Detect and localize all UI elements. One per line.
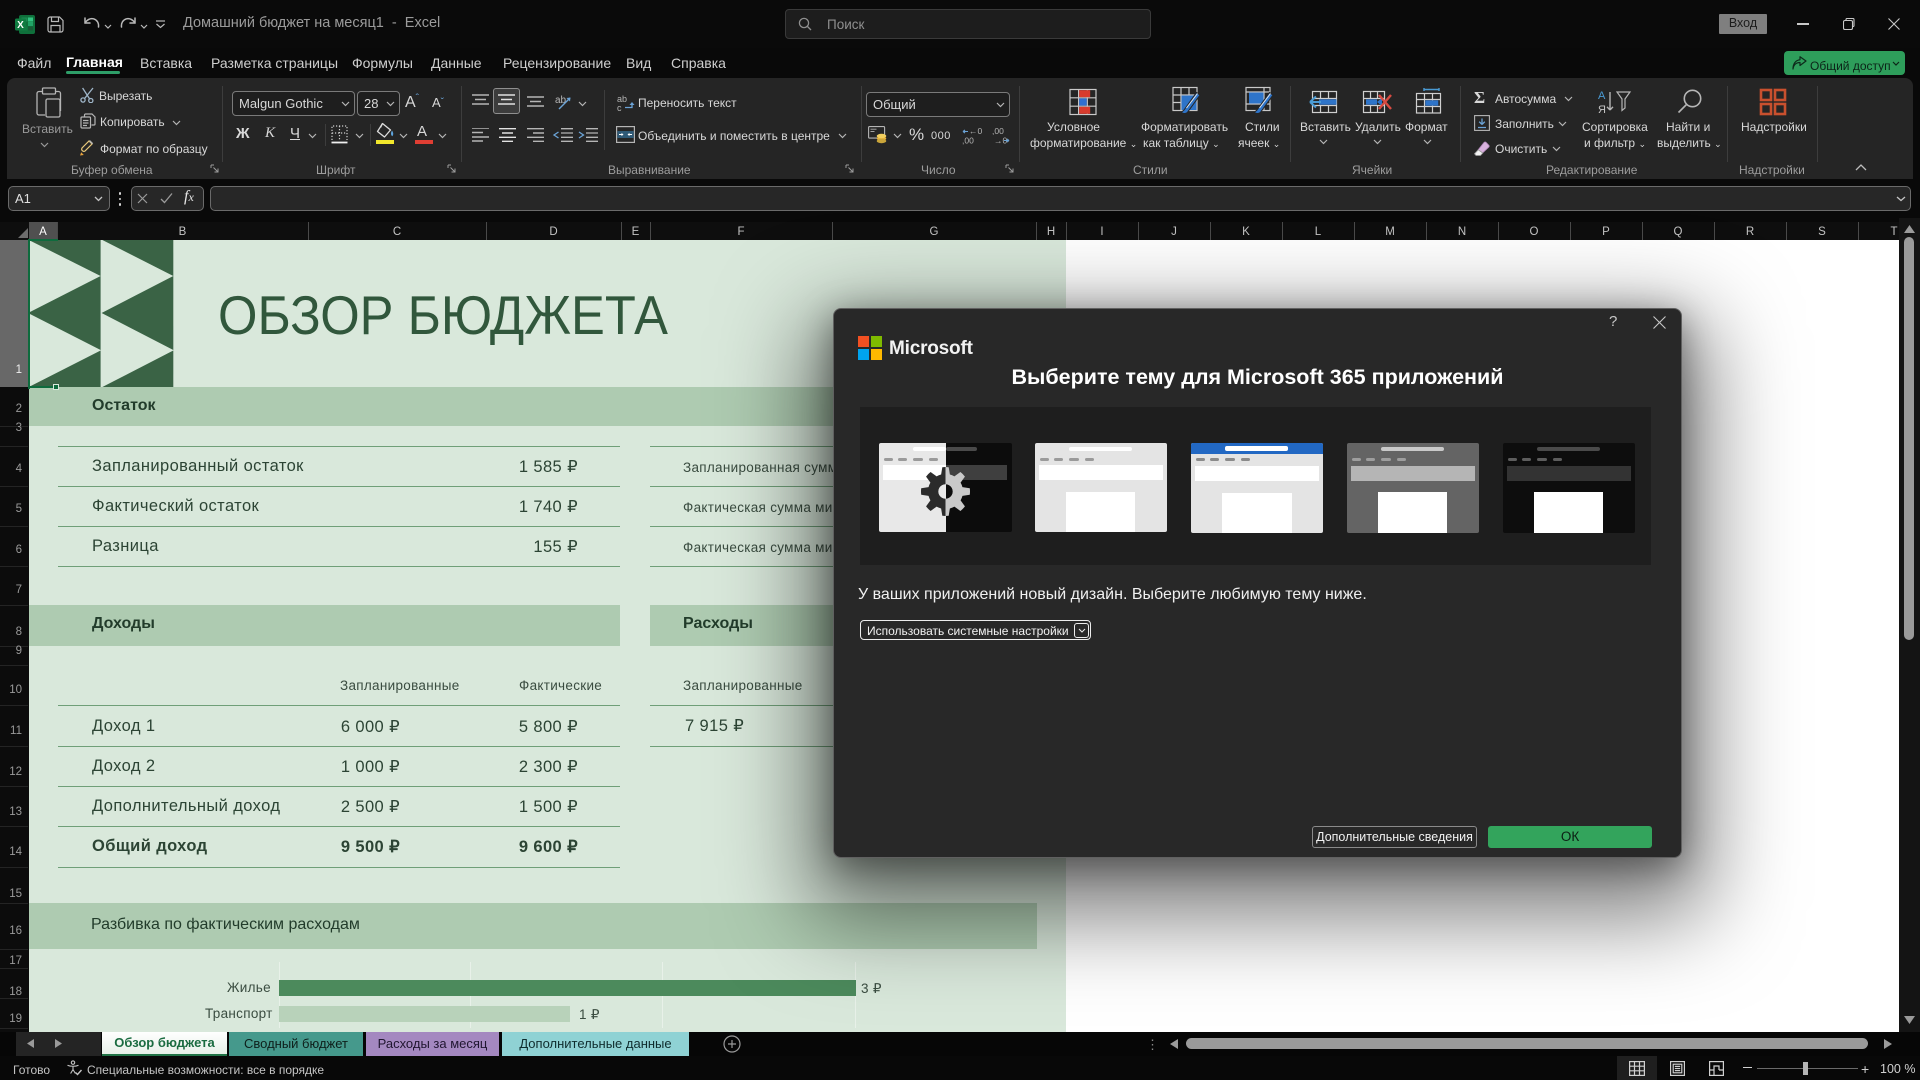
svg-text:,00: ,00 — [992, 126, 1004, 136]
svg-text:,00: ,00 — [962, 136, 974, 146]
svg-text:c: c — [617, 103, 622, 113]
svg-text:←0: ←0 — [969, 126, 983, 136]
svg-text:А: А — [1598, 90, 1606, 102]
svg-text:ab: ab — [555, 95, 567, 106]
svg-text:Я: Я — [1598, 104, 1606, 116]
